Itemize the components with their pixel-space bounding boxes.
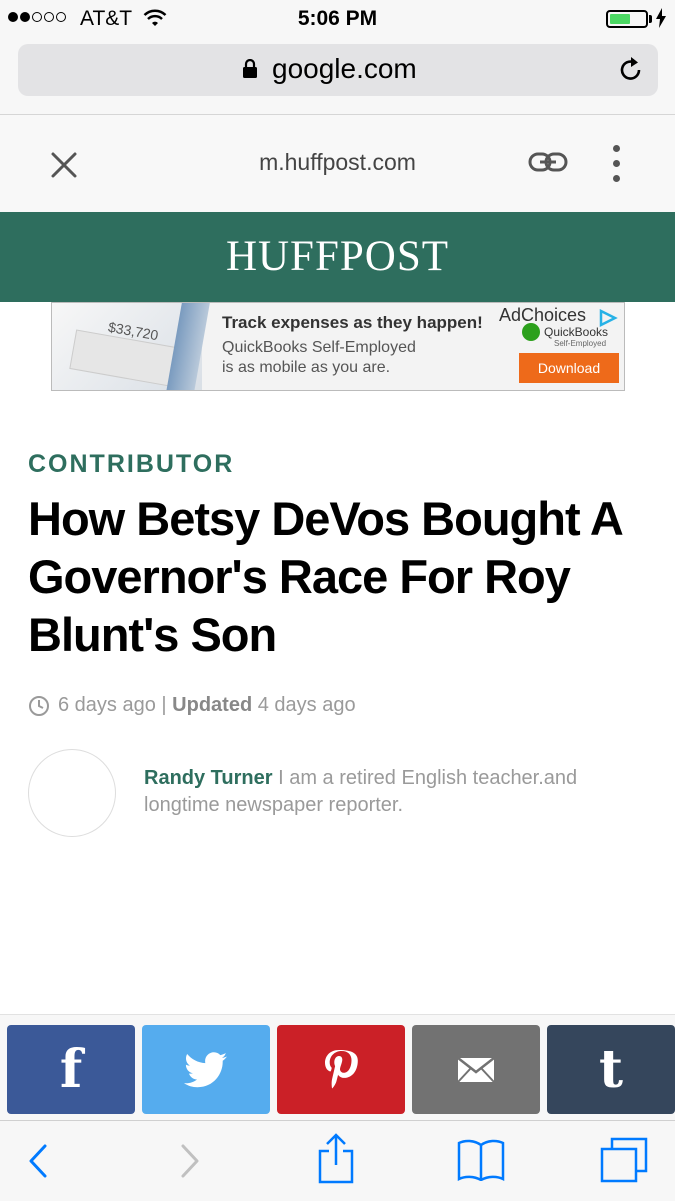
tumblr-icon: t xyxy=(598,1038,624,1100)
forward-icon[interactable] xyxy=(178,1143,202,1179)
ad-brand-sub: Self-Employed xyxy=(554,339,607,348)
amp-viewer-header: m.huffpost.com xyxy=(0,115,675,212)
bookmarks-icon[interactable] xyxy=(456,1139,506,1181)
reload-icon[interactable] xyxy=(618,56,644,84)
battery-icon xyxy=(606,10,648,28)
share-bar: f t xyxy=(0,1014,675,1121)
article-kicker[interactable]: CONTRIBUTOR xyxy=(28,450,234,479)
quickbooks-logo-icon xyxy=(522,323,540,341)
adchoices-label[interactable]: AdChoices xyxy=(499,305,586,326)
tabs-icon[interactable] xyxy=(600,1137,648,1183)
author-name[interactable]: Randy Turner xyxy=(144,767,273,789)
battery-tip xyxy=(649,15,652,23)
browser-chrome: google.com xyxy=(0,38,675,115)
link-icon[interactable] xyxy=(528,151,568,173)
updated-label: Updated xyxy=(172,694,253,716)
clock-icon xyxy=(29,695,49,716)
facebook-share-button[interactable]: f xyxy=(7,1025,135,1114)
avatar[interactable] xyxy=(28,749,116,837)
share-icon[interactable] xyxy=(316,1133,356,1185)
article-meta: 6 days ago | Updated 4 days ago xyxy=(28,694,356,717)
browser-toolbar xyxy=(0,1120,675,1201)
status-bar: AT&T 5:06 PM xyxy=(0,0,675,38)
ad-brand: QuickBooks xyxy=(544,325,609,339)
charging-bolt-icon xyxy=(656,8,666,28)
ad-subline: QuickBooks Self-Employed xyxy=(222,339,416,356)
updated-time: 4 days ago xyxy=(257,694,356,716)
pinterest-icon xyxy=(325,1049,358,1088)
ad-subline: is as mobile as you are. xyxy=(222,359,391,376)
more-icon[interactable] xyxy=(613,145,620,182)
twitter-share-button[interactable] xyxy=(142,1025,270,1114)
status-time: 5:06 PM xyxy=(297,7,378,30)
email-share-button[interactable] xyxy=(412,1025,540,1114)
amp-domain: m.huffpost.com xyxy=(259,149,416,175)
pinterest-share-button[interactable] xyxy=(277,1025,405,1114)
address-bar[interactable]: google.com xyxy=(18,44,658,96)
tumblr-share-button[interactable]: t xyxy=(547,1025,675,1114)
lock-icon xyxy=(243,59,257,78)
site-header: HUFFPOST xyxy=(0,212,675,302)
meta-separator: | xyxy=(155,694,173,716)
facebook-icon: f xyxy=(59,1038,83,1100)
ad-card-graphic xyxy=(69,329,177,387)
published-time: 6 days ago xyxy=(58,694,156,716)
article-headline: How Betsy DeVos Bought A Governor's Race… xyxy=(28,492,622,661)
twitter-icon xyxy=(184,1051,227,1087)
url-text[interactable]: google.com xyxy=(272,53,417,85)
author-byline: Randy Turner I am a retired English teac… xyxy=(144,765,624,819)
ad-banner[interactable]: $33,720 Track expenses as they happen! Q… xyxy=(51,302,625,391)
site-logo[interactable]: HUFFPOST xyxy=(0,232,675,281)
email-icon xyxy=(457,1056,495,1083)
ad-headline: Track expenses as they happen! xyxy=(222,313,483,332)
ad-download-button[interactable]: Download xyxy=(519,353,619,383)
back-icon[interactable] xyxy=(26,1143,50,1179)
